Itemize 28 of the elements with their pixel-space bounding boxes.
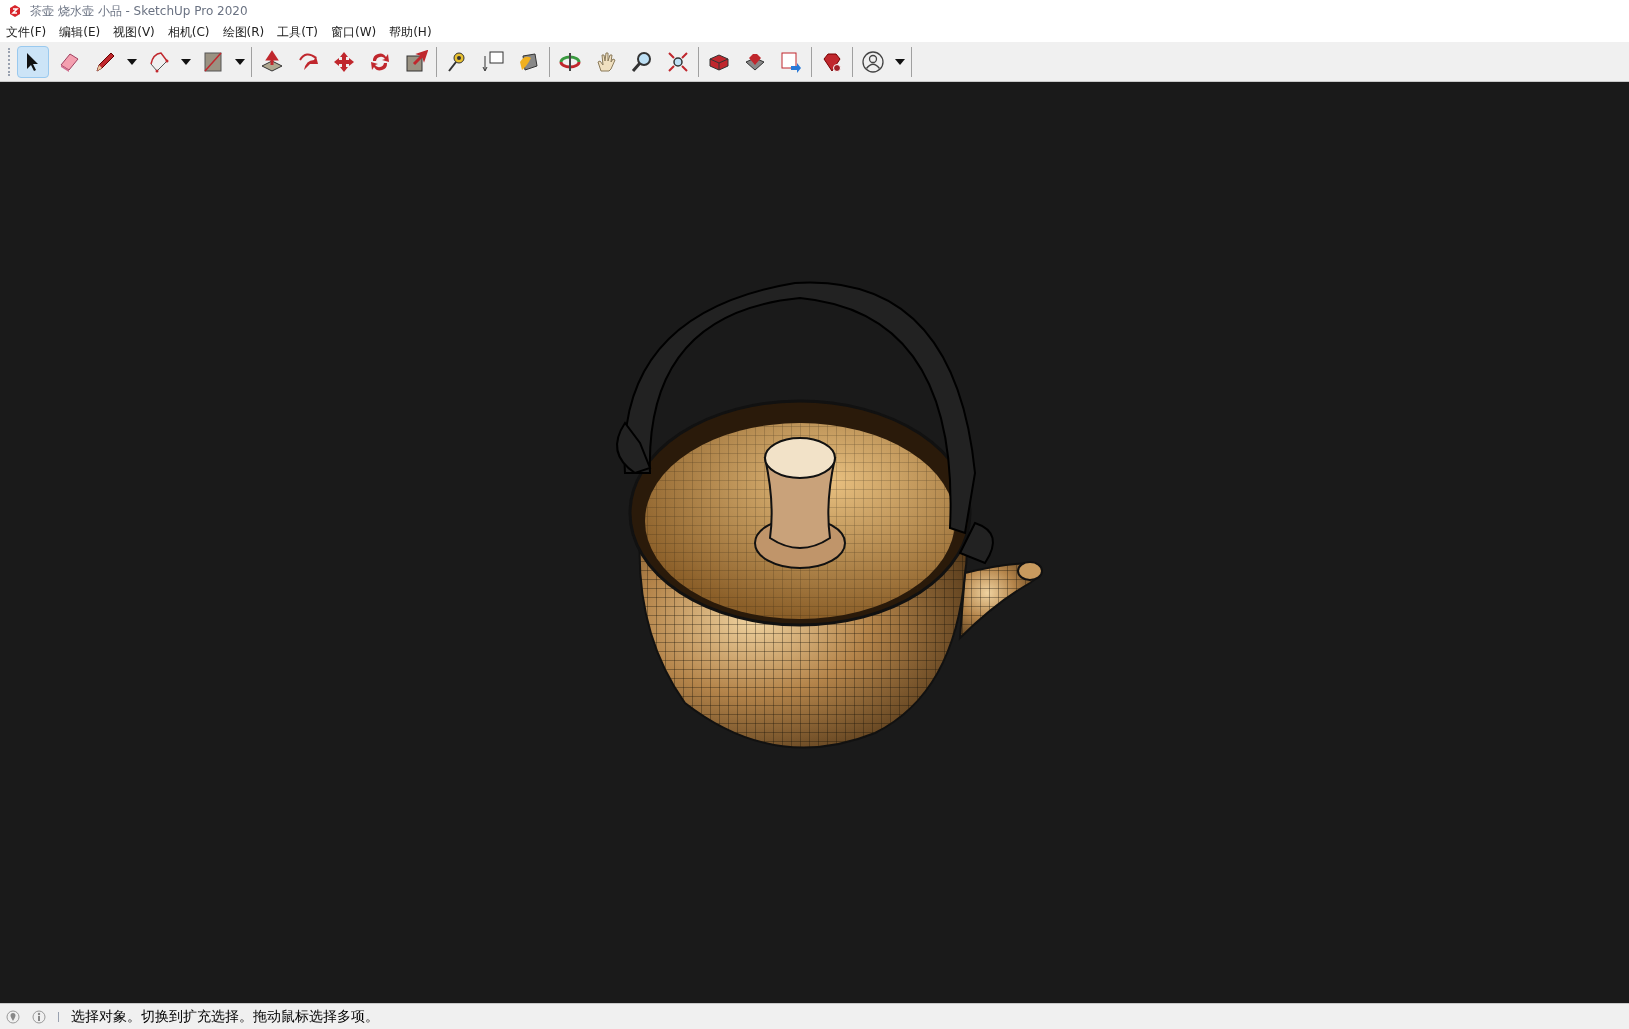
caret-icon — [181, 58, 191, 65]
hand-icon — [594, 49, 618, 74]
scale-icon — [404, 49, 428, 74]
menu-item[interactable]: 窗口(W) — [330, 23, 377, 41]
menu-item[interactable]: 视图(V) — [113, 23, 155, 41]
rectangle-icon — [201, 49, 225, 74]
menu-item[interactable]: 相机(C) — [167, 23, 210, 41]
caret-icon — [127, 58, 137, 65]
app-logo-icon — [8, 4, 22, 18]
menu-item[interactable]: 绘图(R) — [222, 23, 265, 41]
status-message: 选择对象。切换到扩充选择。拖动鼠标选择多项。 — [71, 1007, 379, 1026]
caret-icon — [235, 58, 245, 65]
push-pull-icon — [260, 49, 284, 74]
arc-icon — [147, 49, 171, 74]
menu-item[interactable]: 文件(F) — [6, 23, 47, 41]
text-label-icon — [481, 49, 505, 74]
tool-button[interactable] — [17, 45, 49, 78]
zoom-extents-icon — [666, 49, 690, 74]
magnifier-icon — [630, 49, 654, 74]
user-account-icon — [861, 49, 885, 74]
window-title: 茶壶 烧水壶 小品 - SketchUp Pro 2020 — [30, 3, 248, 20]
location-pin-icon[interactable] — [6, 1009, 20, 1024]
document-arrow-icon — [779, 49, 803, 74]
menu-item[interactable]: 工具(T) — [277, 23, 318, 41]
menu-item[interactable]: 编辑(E) — [59, 23, 101, 41]
caret-icon — [895, 58, 905, 65]
info-icon[interactable] — [32, 1009, 46, 1024]
menu-item[interactable]: 帮助(H) — [389, 23, 432, 41]
